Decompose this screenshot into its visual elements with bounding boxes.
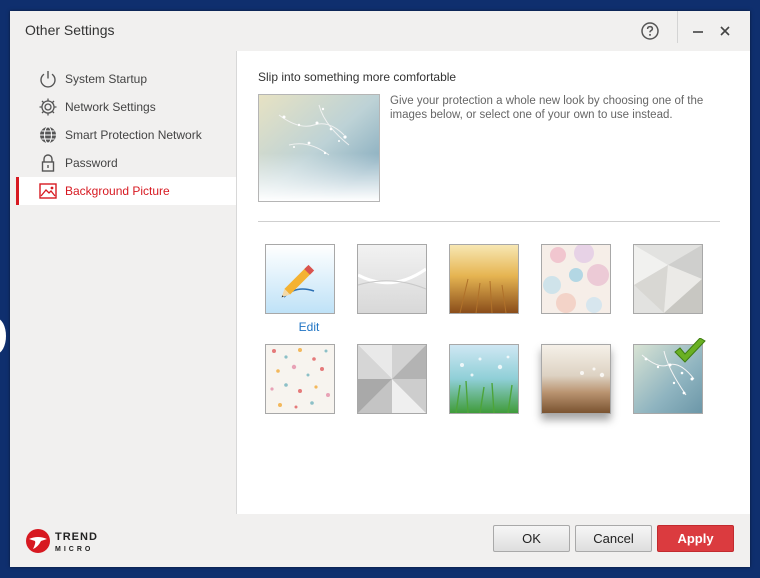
- lock-icon: [38, 153, 58, 173]
- section-heading: Slip into something more comfortable: [258, 70, 457, 84]
- minimize-button[interactable]: [688, 21, 708, 41]
- thumbnail-brushed-metal[interactable]: [357, 344, 427, 414]
- sidebar-item-smart-protection-network[interactable]: Smart Protection Network: [16, 121, 236, 149]
- edit-link[interactable]: Edit: [274, 320, 344, 334]
- thumbnail-geometric-silver[interactable]: [633, 244, 703, 314]
- sidebar-item-label: Network Settings: [65, 100, 156, 114]
- sidebar-item-system-startup[interactable]: System Startup: [16, 65, 236, 93]
- sidebar: System Startup Network Settings Smart Pr…: [10, 51, 236, 514]
- trend-micro-logo: TREND MICRO: [25, 527, 105, 555]
- close-icon: [720, 26, 730, 36]
- logo-subtext: MICRO: [55, 546, 93, 553]
- thumbnail-sandy-beach[interactable]: [541, 344, 611, 414]
- desktop-edge-element: [0, 318, 6, 354]
- window-title: Other Settings: [25, 22, 115, 38]
- sidebar-item-label: Background Picture: [65, 184, 170, 198]
- settings-window: Other Settings System Startup Network Se…: [10, 11, 750, 567]
- section-description: Give your protection a whole new look by…: [390, 95, 704, 121]
- power-icon: [38, 69, 58, 89]
- logo-text: TREND: [55, 531, 98, 543]
- sidebar-item-label: Smart Protection Network: [65, 128, 202, 142]
- minimize-icon: [693, 31, 703, 33]
- sidebar-divider: [236, 51, 237, 514]
- sidebar-item-label: Password: [65, 156, 118, 170]
- globe-icon: [38, 125, 58, 145]
- gear-icon: [38, 97, 58, 117]
- sidebar-item-background-picture[interactable]: Background Picture: [16, 177, 236, 205]
- titlebar-separator: [677, 11, 678, 43]
- sidebar-item-password[interactable]: Password: [16, 149, 236, 177]
- selected-checkmark-icon: [673, 337, 707, 366]
- apply-button[interactable]: Apply: [657, 525, 734, 552]
- section-divider: [258, 221, 720, 222]
- thumbnail-green-grass[interactable]: [449, 344, 519, 414]
- thumbnail-confetti-dots[interactable]: [265, 344, 335, 414]
- sidebar-item-network-settings[interactable]: Network Settings: [16, 93, 236, 121]
- thumbnail-white-waves[interactable]: [357, 244, 427, 314]
- picture-icon: [38, 181, 58, 201]
- footer-bar: TREND MICRO OK Cancel Apply: [10, 514, 750, 567]
- close-button[interactable]: [715, 21, 735, 41]
- sidebar-item-label: System Startup: [65, 72, 148, 86]
- cancel-button[interactable]: Cancel: [575, 525, 652, 552]
- thumbnail-golden-wheat[interactable]: [449, 244, 519, 314]
- active-indicator: [16, 177, 19, 205]
- thumbnail-pastel-circles[interactable]: [541, 244, 611, 314]
- pencil-icon: [266, 245, 334, 313]
- thumbnail-edit[interactable]: [265, 244, 335, 314]
- background-preview: [258, 94, 380, 202]
- ok-button[interactable]: OK: [493, 525, 570, 552]
- title-bar: Other Settings: [10, 11, 750, 51]
- help-icon[interactable]: [641, 22, 659, 40]
